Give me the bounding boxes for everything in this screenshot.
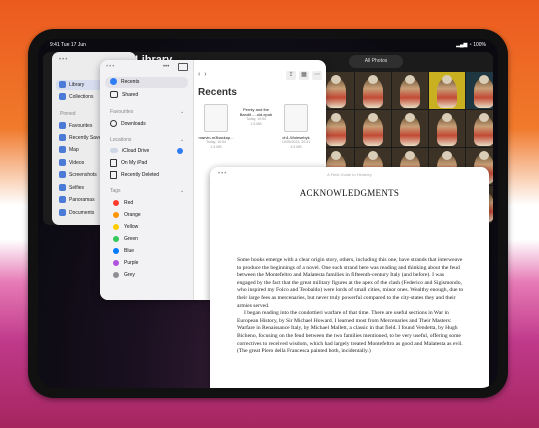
photo-library-icon — [59, 81, 66, 89]
orange-tag-icon — [113, 211, 119, 218]
more-icon[interactable]: ⋯ — [312, 71, 322, 80]
yellow-tag-icon — [113, 223, 119, 230]
heart-icon — [59, 122, 66, 130]
files-sidebar: ••• ••• Recents Shared Favourites ⌄ Downl… — [100, 60, 194, 300]
tags-header[interactable]: Tags ⌄ — [110, 188, 184, 194]
status-battery: ▂▄▆ ◔ 100% — [456, 42, 486, 48]
tag-yellow[interactable]: Yellow — [105, 222, 188, 233]
tag-red[interactable]: Red — [105, 198, 188, 209]
sync-progress-icon — [177, 148, 183, 154]
paragraph: I began reading into the condottieri war… — [237, 310, 463, 355]
blue-tag-icon — [113, 247, 119, 254]
paragraph: Some books emerge with a clear origin st… — [237, 257, 464, 309]
map-icon — [59, 146, 66, 154]
panorama-icon — [59, 196, 66, 204]
grid-view-icon[interactable]: ▦ — [299, 71, 309, 80]
window-controls-icon[interactable]: ••• — [106, 64, 115, 70]
books-window[interactable]: ••• A Field Guide to Heraldry ACKNOWLEDG… — [210, 167, 489, 388]
sidebar-item-recents[interactable]: Recents — [105, 77, 188, 88]
purple-tag-icon — [113, 259, 119, 266]
photo-thumbnail[interactable] — [355, 72, 391, 109]
chevron-down-icon: ⌄ — [180, 188, 185, 194]
ipad-screen: 9:41 Tue 17 Jun ▂▄▆ ◔ 100% Library All P… — [38, 39, 498, 388]
book-running-header: A Field Guide to Heraldry — [327, 172, 372, 177]
clock-icon — [110, 78, 117, 86]
ipad-frame: 9:41 Tue 17 Jun ▂▄▆ ◔ 100% Library All P… — [28, 29, 508, 398]
video-icon — [59, 159, 66, 167]
photo-thumbnail[interactable] — [466, 72, 493, 109]
tag-purple[interactable]: Purple — [105, 258, 188, 269]
chevron-down-icon: ⌄ — [180, 109, 185, 115]
photo-thumbnail[interactable] — [392, 110, 428, 147]
cloud-icon — [110, 148, 118, 154]
tag-blue[interactable]: Blue — [105, 246, 188, 257]
selfie-icon — [59, 184, 66, 192]
sidebar-toggle-icon[interactable] — [178, 63, 188, 71]
all-photos-toggle[interactable]: All Photos — [349, 55, 403, 68]
collections-icon — [59, 93, 66, 101]
file-item[interactable]: Pernty and the Bandit -...old.epub Today… — [238, 104, 274, 126]
photo-thumbnail[interactable] — [392, 72, 428, 109]
document-icon — [59, 209, 66, 217]
status-time: 9:41 Tue 17 Jun — [50, 42, 86, 48]
screenshot-icon — [59, 171, 66, 179]
document-icon — [204, 104, 228, 132]
window-controls-icon[interactable]: ••• — [59, 57, 68, 63]
sidebar-item-icloud-drive[interactable]: iCloud Drive — [105, 146, 188, 157]
clock-icon — [59, 134, 66, 142]
share-icon[interactable]: ⇪ — [286, 71, 296, 80]
tag-green[interactable]: Green — [105, 234, 188, 245]
photo-thumbnail[interactable] — [429, 110, 465, 147]
ipad-icon — [110, 158, 117, 167]
back-icon[interactable]: ‹ — [198, 71, 200, 78]
sidebar-item-recently-deleted[interactable]: Recently Deleted — [105, 170, 188, 181]
locations-header[interactable]: Locations ⌄ — [110, 137, 184, 143]
forward-icon[interactable]: › — [204, 71, 206, 78]
photo-thumbnail[interactable] — [466, 110, 493, 147]
file-item[interactable]: marvin-m3backup... Today, 10:54 1.5 MB — [198, 104, 234, 149]
book-text[interactable]: Some books emerge with a clear origin st… — [237, 257, 464, 356]
chapter-title: ACKNOWLEDGMENTS — [299, 188, 400, 198]
nav-arrows[interactable]: ‹ › — [198, 71, 207, 78]
pinned-header: Pinned — [60, 111, 76, 117]
files-toolbar: ⇪ ▦ ⋯ — [283, 71, 322, 80]
download-icon — [110, 120, 117, 128]
more-icon[interactable]: ••• — [163, 64, 169, 70]
sidebar-item-shared[interactable]: Shared — [105, 90, 188, 101]
chevron-down-icon: ⌄ — [180, 137, 185, 143]
file-item[interactable]: ch1-Wolesebyk 10/09/2023, 20:41 4.5 MB — [278, 104, 314, 149]
sidebar-item-downloads[interactable]: Downloads — [105, 119, 188, 130]
photo-thumbnail[interactable] — [429, 72, 465, 109]
shared-icon — [110, 91, 118, 99]
photo-thumbnail[interactable] — [355, 110, 391, 147]
tag-grey[interactable]: Grey — [105, 270, 188, 281]
document-icon — [284, 104, 308, 132]
tag-orange[interactable]: Orange — [105, 210, 188, 221]
sidebar-item-on-my-ipad[interactable]: On My iPad — [105, 158, 188, 169]
grey-tag-icon — [113, 271, 119, 278]
favourites-header[interactable]: Favourites ⌄ — [110, 109, 184, 115]
red-tag-icon — [113, 199, 119, 206]
green-tag-icon — [113, 235, 119, 242]
page-title: Recents — [198, 87, 237, 98]
trash-icon — [110, 170, 117, 179]
